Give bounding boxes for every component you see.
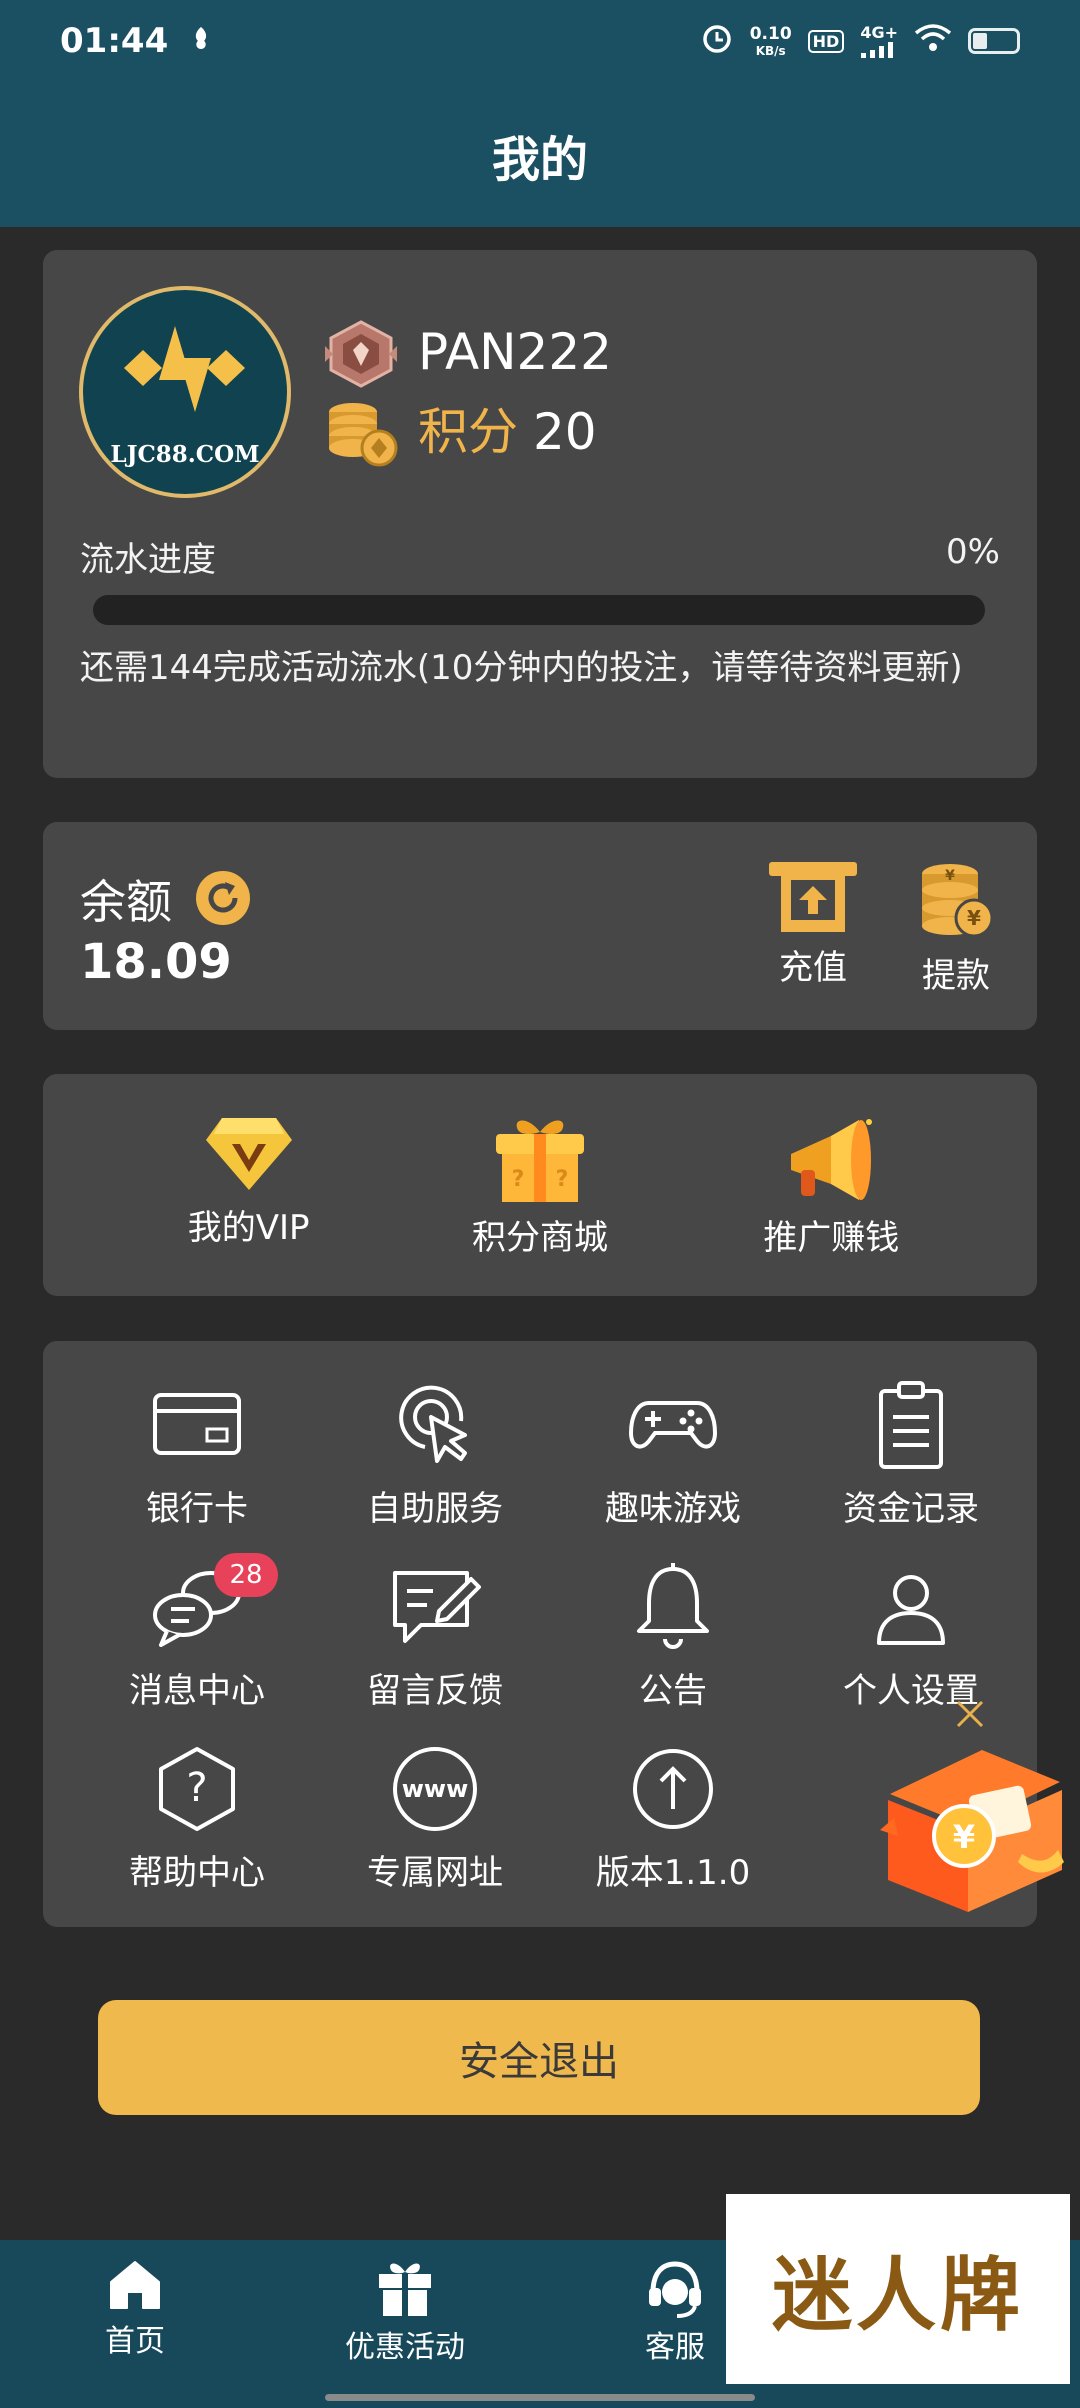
hd-indicator: HD — [807, 29, 845, 53]
coin-stack-icon — [329, 403, 398, 467]
watermark-text: 迷人牌 — [772, 2248, 1024, 2342]
page-header: 我的 — [0, 82, 1080, 227]
progress-bar — [93, 595, 985, 625]
refresh-icon[interactable] — [195, 870, 251, 926]
help-center-label: 帮助中心 — [129, 1853, 265, 1893]
withdraw-icon: ¥ ¥ — [922, 864, 994, 938]
promote-earn-label: 推广赚钱 — [763, 1218, 900, 1258]
person-icon — [877, 1575, 945, 1645]
bank-card-label: 银行卡 — [146, 1489, 248, 1529]
withdraw-button[interactable]: ¥ ¥ 提款 — [896, 862, 1016, 997]
points-mall-button[interactable]: ? ? 积分商城 — [440, 1114, 640, 1296]
exclusive-url-button[interactable]: www 专属网址 — [316, 1741, 554, 1894]
net-speed-value: 0.10 — [749, 24, 792, 44]
tab-promotions[interactable]: 优惠活动 — [305, 2258, 505, 2366]
net-speed-unit: KB/s — [755, 44, 786, 58]
watermark: 迷人牌 — [726, 2194, 1070, 2384]
fund-records-button[interactable]: 资金记录 — [792, 1377, 1030, 1530]
svg-text:?: ? — [512, 1167, 525, 1192]
status-time: 01:44 — [60, 21, 169, 61]
avatar-site-text: LJC88.COM — [110, 441, 260, 468]
bell-icon — [637, 1563, 709, 1649]
deposit-button[interactable]: 充值 — [753, 862, 873, 989]
gift-icon — [379, 2263, 431, 2316]
logout-button[interactable]: 安全退出 — [98, 2000, 980, 2115]
points-value: 20 — [533, 403, 597, 461]
headset-icon — [649, 2261, 701, 2318]
quick-links-card: 我的VIP ? ? 积分商城 推广赚钱 — [43, 1074, 1037, 1296]
page-title: 我的 — [491, 131, 588, 188]
wifi-icon — [914, 23, 952, 59]
gift-box-icon: ? ? — [495, 1120, 584, 1202]
rank-badge-icon — [325, 320, 397, 388]
avatar[interactable]: LJC88.COM — [79, 286, 291, 498]
close-icon[interactable] — [956, 1700, 984, 1728]
feedback-button[interactable]: 留言反馈 — [316, 1559, 554, 1712]
wallet-card: 余额 18.09 充值 ¥ ¥ 提款 — [43, 822, 1037, 1030]
points-mall-label: 积分商城 — [471, 1218, 608, 1258]
megaphone-icon — [791, 1119, 873, 1200]
feedback-label: 留言反馈 — [367, 1671, 503, 1711]
self-service-button[interactable]: 自助服务 — [316, 1377, 554, 1530]
help-center-button[interactable]: ? 帮助中心 — [78, 1741, 316, 1894]
profile-card: LJC88.COM PAN222 积分 20 流水进度 0% 还需144完成活动… — [43, 250, 1037, 778]
floating-promo[interactable]: ¥ — [872, 1690, 1072, 1920]
my-vip-button[interactable]: 我的VIP — [149, 1114, 349, 1296]
version-button[interactable]: 版本1.1.0 — [554, 1741, 792, 1894]
message-center-button[interactable]: 28 消息中心 — [78, 1553, 316, 1712]
home-icon — [110, 2261, 160, 2309]
username: PAN222 — [418, 323, 612, 381]
battery-icon — [968, 28, 1020, 54]
balance-value: 18.09 — [80, 934, 232, 990]
exclusive-url-label: 专属网址 — [367, 1853, 503, 1893]
promote-earn-button[interactable]: 推广赚钱 — [731, 1114, 931, 1296]
points-label: 积分 — [418, 403, 518, 461]
status-bar: 01:44 0.10 KB/s HD 4G+ — [0, 0, 1080, 82]
announcement-button[interactable]: 公告 — [554, 1559, 792, 1712]
my-vip-label: 我的VIP — [187, 1208, 310, 1248]
help-icon: ? — [159, 1747, 235, 1831]
tab-home-label: 首页 — [105, 2324, 165, 2359]
balance-label: 余额 — [80, 875, 172, 929]
tab-home[interactable]: 首页 — [35, 2258, 235, 2360]
withdraw-label: 提款 — [922, 956, 990, 996]
notification-icon — [190, 25, 212, 58]
tab-promotions-label: 优惠活动 — [345, 2330, 465, 2365]
progress-note: 还需144完成活动流水(10分钟内的投注，请等待资料更新) — [80, 648, 963, 688]
progress-percent: 0% — [946, 532, 1000, 572]
gamepad-icon — [628, 1401, 718, 1449]
tab-support-label: 客服 — [645, 2330, 705, 2365]
announcement-label: 公告 — [639, 1671, 707, 1711]
clipboard-icon — [879, 1381, 943, 1469]
upload-arrow-icon — [633, 1749, 713, 1829]
signal-label: 4G+ — [860, 23, 898, 42]
svg-text:¥: ¥ — [953, 1818, 975, 1856]
fun-games-button[interactable]: 趣味游戏 — [554, 1377, 792, 1530]
alarm-icon — [700, 21, 734, 61]
progress-label: 流水进度 — [80, 540, 216, 580]
feedback-icon — [393, 1571, 481, 1643]
svg-text:?: ? — [556, 1167, 569, 1192]
svg-text:¥: ¥ — [967, 906, 981, 930]
version-label: 版本1.1.0 — [595, 1853, 751, 1893]
vip-diamond-icon — [205, 1118, 292, 1190]
message-center-label: 消息中心 — [129, 1671, 265, 1711]
home-indicator[interactable] — [325, 2394, 755, 2401]
fun-games-label: 趣味游戏 — [605, 1489, 741, 1529]
self-service-icon — [399, 1385, 467, 1463]
promo-gift-icon: ¥ — [880, 1700, 1064, 1912]
signal-indicator: 4G+ — [860, 24, 898, 58]
self-service-label: 自助服务 — [367, 1489, 503, 1529]
www-icon: www — [393, 1747, 477, 1831]
bank-card-icon — [153, 1393, 241, 1455]
deposit-icon — [769, 862, 857, 932]
deposit-label: 充值 — [779, 948, 847, 988]
unread-badge: 28 — [214, 1553, 278, 1597]
bank-card-button[interactable]: 银行卡 — [78, 1377, 316, 1530]
svg-text:¥: ¥ — [945, 868, 955, 884]
fund-records-label: 资金记录 — [843, 1489, 979, 1529]
svg-text:www: www — [402, 1775, 469, 1803]
svg-text:?: ? — [186, 1765, 207, 1811]
net-speed: 0.10 KB/s — [750, 24, 792, 58]
